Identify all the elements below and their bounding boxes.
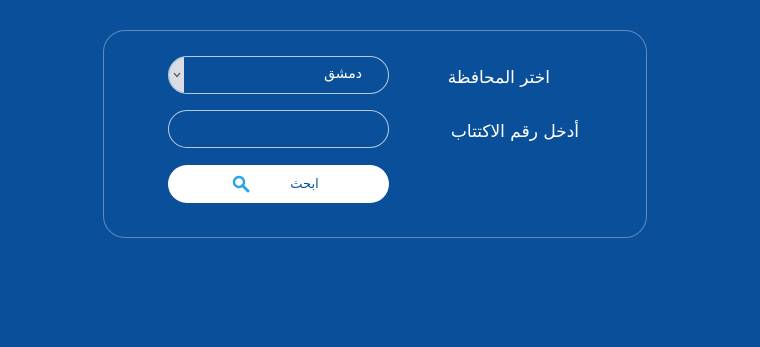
chevron-down-icon[interactable] — [169, 57, 184, 93]
search-button-label: ابحث — [290, 176, 319, 192]
search-panel: اختر المحافظة دمشق أدخل رقم الاكتتاب ابح… — [103, 30, 647, 238]
governorate-select[interactable]: دمشق — [168, 56, 389, 94]
governorate-label: اختر المحافظة — [447, 68, 550, 88]
search-button[interactable]: ابحث — [168, 165, 389, 203]
subscription-number-input[interactable] — [168, 110, 389, 148]
search-icon — [233, 175, 250, 193]
subscription-number-label: أدخل رقم الاكتتاب — [450, 122, 579, 142]
governorate-selected-value: دمشق — [324, 66, 362, 82]
